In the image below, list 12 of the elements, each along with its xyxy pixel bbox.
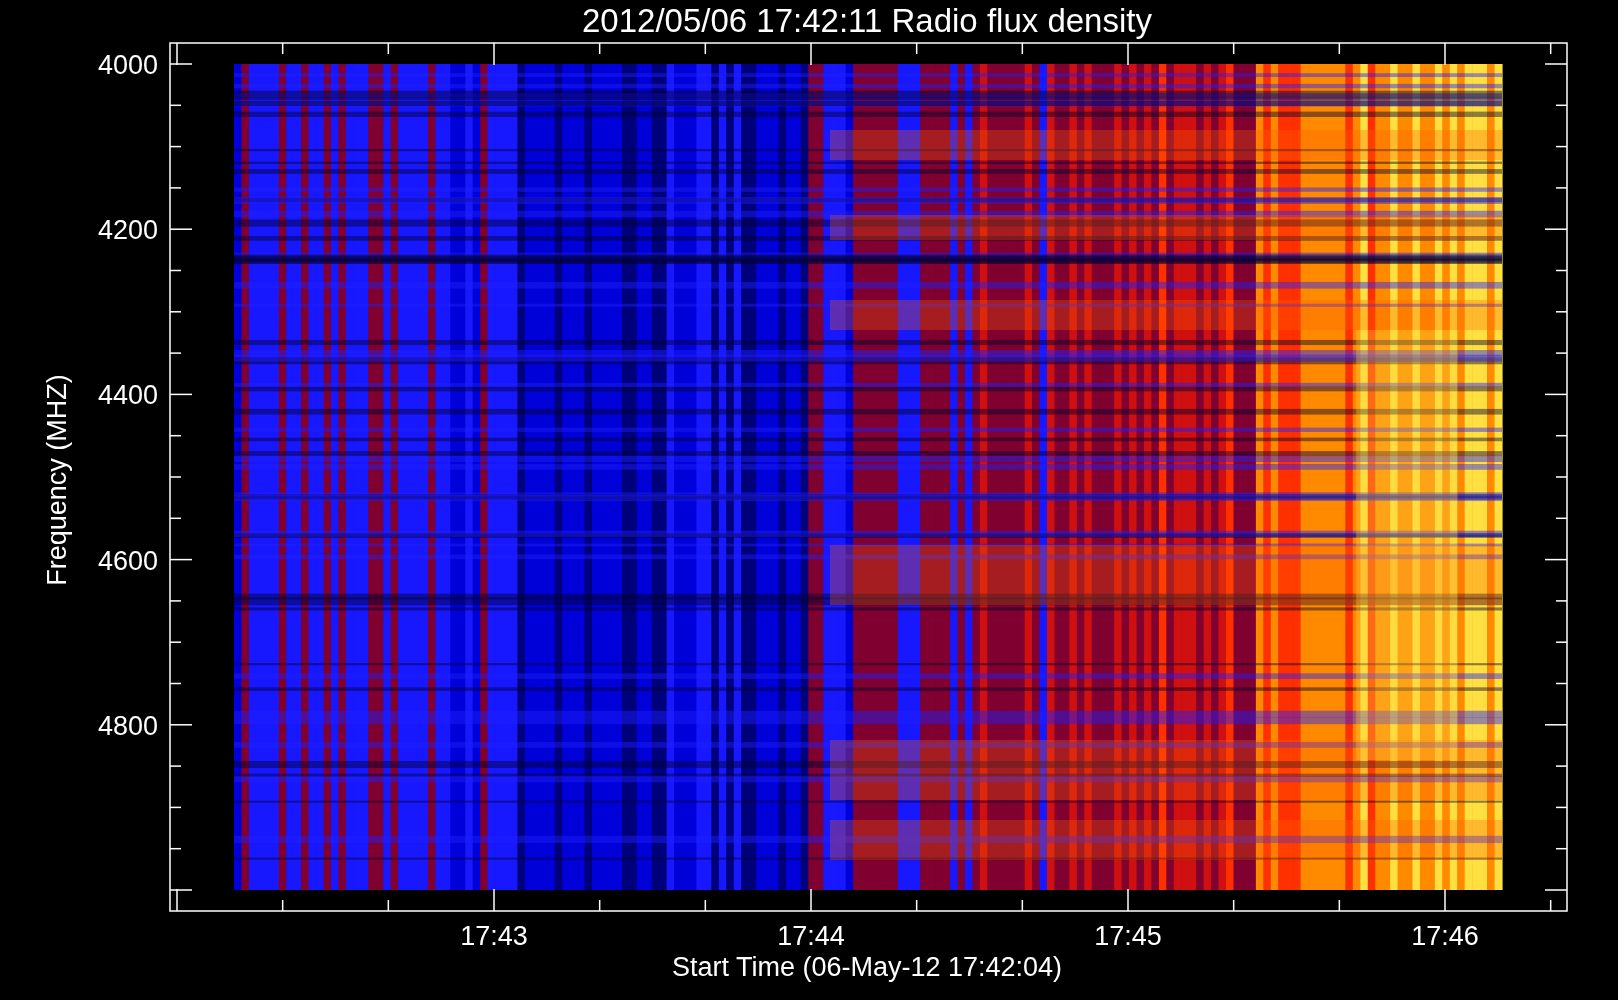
tick-label: 4200 — [97, 215, 158, 246]
tick-label: 4000 — [97, 50, 158, 80]
tick-label: 17:43 — [460, 921, 528, 951]
tick-label: 4800 — [97, 710, 158, 741]
tick-label: 17:44 — [777, 921, 845, 951]
tick-label: 17:45 — [1094, 921, 1162, 951]
tick-label: 4400 — [97, 380, 158, 411]
axis-title: Start Time (06-May-12 17:42:04) — [671, 952, 1063, 982]
axis-title: Frequency (MHZ) — [42, 374, 72, 586]
chart-title: 2012/05/06 17:42:11 Radio flux density — [582, 2, 1152, 39]
tick-label: 17:46 — [1411, 921, 1479, 951]
tick-label: 4600 — [97, 545, 158, 576]
